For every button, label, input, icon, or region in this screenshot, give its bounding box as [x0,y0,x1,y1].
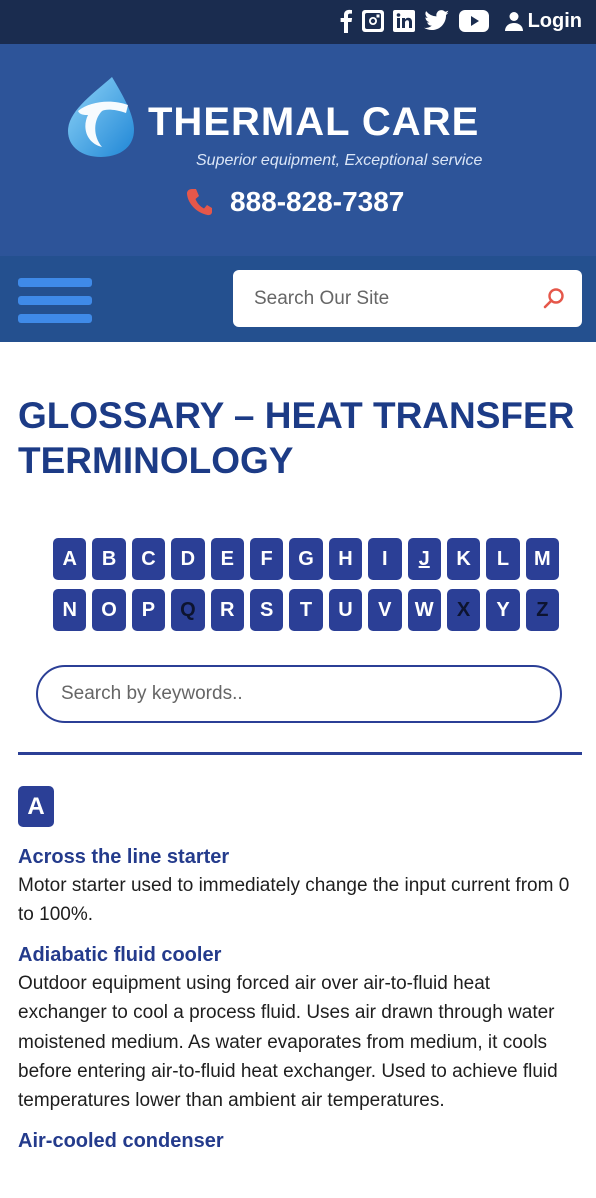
letter-button-w[interactable]: W [407,589,441,631]
letter-button-l[interactable]: L [486,538,520,580]
letter-button-d[interactable]: D [171,538,205,580]
top-bar: Login [0,0,596,44]
menu-button[interactable] [18,278,92,324]
glossary-term: Across the line starter Motor starter us… [18,845,584,930]
logo-mark-icon[interactable] [64,75,138,159]
glossary-term: Air-cooled condenser [18,1129,584,1153]
linkedin-icon[interactable] [392,9,415,33]
section-divider [18,752,582,755]
menu-bar-line [18,278,92,287]
facebook-icon[interactable] [339,9,353,33]
glossary-terms: Across the line starter Motor starter us… [18,845,584,1166]
menu-bar-line [18,296,92,305]
brand-header: THERMAL CARE Superior equipment, Excepti… [0,44,596,256]
letter-button-t[interactable]: T [289,589,323,631]
site-search-box [233,270,582,327]
term-title: Adiabatic fluid cooler [18,943,222,966]
letter-button-m[interactable]: M [525,538,560,580]
brand-tagline: Superior equipment, Exceptional service [196,152,483,169]
letter-button-z: Z [525,589,560,631]
letter-button-s[interactable]: S [249,589,284,631]
letter-button-h[interactable]: H [328,538,363,580]
letter-button-o[interactable]: O [92,589,126,631]
letter-button-r[interactable]: R [210,589,244,631]
letter-button-v[interactable]: V [368,589,402,631]
site-search-input[interactable] [233,270,533,327]
term-title: Across the line starter [18,846,230,868]
letter-button-j[interactable]: J [407,538,441,580]
alphabet-index: ABCDEFGHIJKLM NOPQRSTUVWXYZ [53,538,563,640]
login-label: Login [527,9,582,32]
letter-button-u[interactable]: U [328,589,363,631]
login-link[interactable]: Login [504,10,582,33]
term-definition: Motor starter used to immediately change… [18,875,570,926]
letter-button-a[interactable]: A [53,538,87,580]
user-icon [504,12,523,31]
keyword-search-input[interactable] [38,667,560,721]
social-links: Login [339,7,582,35]
letter-button-q: Q [171,589,205,631]
phone-icon [186,189,212,216]
keyword-search-box [36,665,562,723]
alphabet-row: ABCDEFGHIJKLM [53,538,563,580]
letter-button-n[interactable]: N [53,589,87,631]
alphabet-row: NOPQRSTUVWXYZ [53,589,563,631]
letter-button-i[interactable]: I [368,538,402,580]
phone-number: 888-828-7387 [230,186,405,217]
glossary-term: Adiabatic fluid cooler Outdoor equipment… [18,943,584,1116]
letter-button-k[interactable]: K [446,538,481,580]
youtube-icon[interactable] [458,9,489,33]
phone-link[interactable]: 888-828-7387 [186,186,404,218]
twitter-icon[interactable] [423,9,450,33]
letter-button-g[interactable]: G [289,538,323,580]
letter-button-b[interactable]: B [92,538,126,580]
term-definition: Outdoor equipment using forced air over … [18,972,558,1112]
search-icon[interactable] [543,287,565,314]
section-letter-badge: A [18,786,54,827]
nav-bar [0,256,596,342]
instagram-icon[interactable] [361,9,384,33]
letter-button-y[interactable]: Y [486,589,520,631]
page-title: GLOSSARY – HEAT TRANSFER TERMINOLOGY [18,395,575,481]
letter-button-p[interactable]: P [131,589,166,631]
letter-button-x: X [446,589,481,631]
term-title: Air-cooled condenser [18,1129,224,1152]
letter-button-f[interactable]: F [249,538,284,580]
letter-button-c[interactable]: C [131,538,166,580]
brand-name: THERMAL CARE [148,100,480,144]
menu-bar-line [18,314,92,323]
letter-button-e[interactable]: E [210,538,244,580]
